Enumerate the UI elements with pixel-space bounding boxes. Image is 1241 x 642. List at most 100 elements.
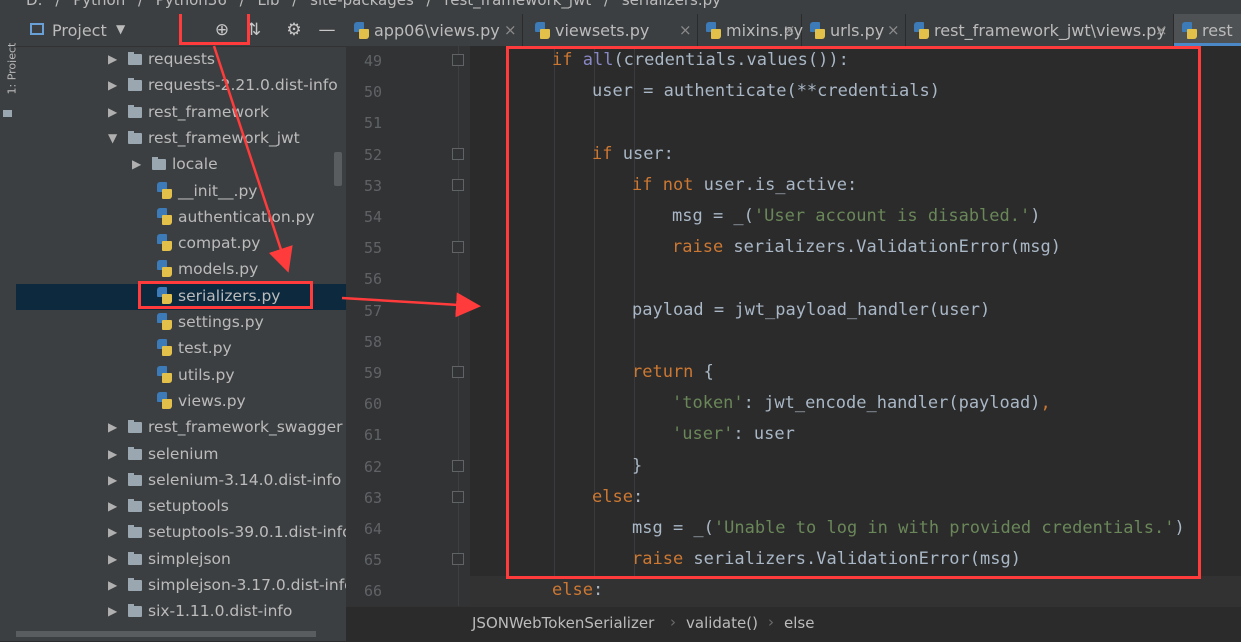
chevron-right-icon[interactable]: ▶ — [108, 552, 122, 566]
breadcrumb-item[interactable]: Lib — [257, 0, 279, 9]
code-line[interactable]: else: — [470, 576, 1241, 606]
fold-open-icon[interactable] — [452, 147, 464, 160]
chevron-right-icon[interactable]: ▶ — [108, 52, 122, 66]
tree-item[interactable]: ▶ setuptools-39.0.1.dist-info — [16, 520, 346, 546]
breadcrumb-path[interactable]: D: / Python / Python36 / Lib / site-pack… — [26, 0, 721, 9]
line-number: 55 — [363, 239, 382, 258]
tree-horizontal-scrollbar[interactable] — [16, 623, 346, 641]
fold-close-icon[interactable] — [452, 553, 464, 566]
tree-item[interactable]: ▶ selenium-3.14.0.dist-info — [16, 468, 346, 494]
chevron-down-icon[interactable]: ▼ — [116, 22, 125, 36]
tree-item-label: simplejson-3.17.0.dist-info — [148, 576, 346, 594]
editor-tab[interactable]: viewsets.py × — [527, 14, 698, 46]
fold-close-icon[interactable] — [452, 241, 464, 254]
tree-item[interactable]: test.py — [16, 336, 346, 362]
project-view-icon — [30, 23, 44, 35]
fold-open-icon[interactable] — [452, 54, 464, 66]
tree-item[interactable]: ▶ selenium — [16, 442, 346, 468]
fold-open-icon[interactable] — [452, 490, 464, 503]
tree-item[interactable]: ▶ requests-2.21.0.dist-info — [16, 73, 346, 99]
tree-item[interactable]: ▶ requests — [16, 47, 346, 73]
breadcrumb-item[interactable]: rest_framework_jwt — [444, 0, 591, 9]
chevron-right-icon[interactable]: ▶ — [108, 525, 122, 539]
minimize-icon[interactable]: — — [317, 20, 337, 40]
breadcrumb-item[interactable]: Python — [73, 0, 125, 9]
editor-tab[interactable]: mixins.py × — [698, 14, 803, 46]
chevron-right-icon[interactable]: ▶ — [108, 105, 122, 119]
tree-item[interactable]: ▶ six-1.11.0.dist-info — [16, 599, 346, 625]
chevron-right-icon[interactable]: ▶ — [108, 420, 122, 434]
chevron-right-icon[interactable]: ▶ — [108, 447, 122, 461]
keyword: else — [552, 580, 593, 601]
breadcrumb-item[interactable]: serializers.py — [622, 0, 721, 9]
python-file-icon — [157, 234, 173, 252]
tree-item[interactable]: ▶ rest_framework — [16, 100, 346, 126]
tree-item-label: requests-2.21.0.dist-info — [148, 76, 338, 95]
gear-icon[interactable]: ⚙ — [284, 20, 304, 40]
tree-item-label: requests — [148, 50, 215, 68]
fold-open-icon[interactable] — [452, 178, 464, 191]
tree-item[interactable]: ▶ locale — [16, 152, 346, 178]
chevron-right-icon: › — [670, 613, 676, 631]
breadcrumb-class[interactable]: JSONWebTokenSerializer — [472, 614, 654, 632]
breadcrumb-item[interactable]: Python36 — [156, 0, 227, 9]
python-icon-part — [162, 320, 172, 330]
left-tool-stripe: 1: Project — [0, 14, 19, 641]
annotation-box-file — [138, 281, 313, 309]
line-number: 53 — [363, 176, 382, 195]
python-file-icon — [157, 260, 173, 278]
editor-tab[interactable]: rest — [1174, 14, 1241, 46]
tree-item[interactable]: compat.py — [16, 231, 346, 257]
project-panel-header: Project ▼ ⊕ ⇅ ⚙ — — [16, 14, 346, 47]
tree-item-label: setuptools — [148, 497, 229, 516]
tree-item[interactable]: settings.py — [16, 310, 346, 336]
code-text: else: — [552, 580, 603, 600]
chevron-right-icon[interactable]: ▶ — [108, 499, 122, 513]
chevron-right-icon[interactable]: ▶ — [108, 604, 122, 618]
tree-item[interactable]: __init__.py — [16, 179, 346, 205]
breadcrumb-block[interactable]: else — [784, 614, 814, 632]
line-number: 59 — [363, 364, 382, 382]
breadcrumb-item[interactable]: D: — [26, 0, 43, 9]
chevron-right-icon[interactable]: ▶ — [132, 157, 146, 171]
close-icon[interactable]: × — [887, 21, 900, 39]
chevron-down-icon[interactable]: ▼ — [108, 131, 122, 145]
breadcrumb-item[interactable]: site-packages — [310, 0, 414, 9]
tree-item[interactable]: ▶ simplejson — [16, 547, 346, 573]
editor-tab[interactable]: app06\views.py × — [346, 14, 523, 46]
tree-item-label: selenium-3.14.0.dist-info — [148, 470, 342, 489]
tree-item[interactable]: ▼ rest_framework_jwt — [16, 126, 346, 152]
folder-icon — [152, 157, 166, 171]
tree-item[interactable]: ▶ rest_framework_swagger — [16, 415, 346, 441]
chevron-right-icon[interactable]: ▶ — [108, 78, 122, 92]
tree-item-label: compat.py — [178, 234, 261, 253]
tree-item[interactable]: ▶ setuptools — [16, 494, 346, 520]
tree-item[interactable]: authentication.py — [16, 205, 346, 231]
tree-item[interactable]: utils.py — [16, 363, 346, 389]
fold-close-icon[interactable] — [452, 459, 464, 472]
project-view-selector[interactable]: Project — [52, 21, 107, 40]
scrollbar-thumb[interactable] — [16, 631, 316, 637]
folder-icon — [128, 499, 142, 513]
tree-item[interactable]: models.py — [16, 257, 346, 283]
tree-item[interactable]: views.py — [16, 389, 346, 415]
tree-item-label: locale — [172, 155, 218, 174]
chevron-right-icon[interactable]: ▶ — [108, 578, 122, 592]
fold-guide — [458, 46, 459, 606]
close-icon[interactable]: × — [1155, 21, 1168, 39]
breadcrumb-method[interactable]: validate() — [686, 614, 758, 632]
fold-open-icon[interactable] — [452, 366, 464, 378]
tree-scrollbar[interactable] — [334, 152, 342, 186]
chevron-right-icon[interactable]: ▶ — [108, 473, 122, 487]
folder-icon — [128, 78, 142, 92]
folder-icon — [128, 130, 142, 144]
tree-item-label: test.py — [178, 339, 232, 358]
close-icon[interactable]: × — [783, 21, 796, 39]
close-icon[interactable]: × — [679, 21, 692, 39]
tree-item[interactable]: ▶ simplejson-3.17.0.dist-info — [16, 573, 346, 599]
folder-icon — [128, 104, 142, 118]
python-icon-part — [711, 29, 721, 39]
editor-tab[interactable]: urls.py × — [802, 14, 906, 46]
close-icon[interactable]: × — [504, 21, 517, 39]
editor-tab[interactable]: rest_framework_jwt\views.py × — [906, 14, 1174, 46]
